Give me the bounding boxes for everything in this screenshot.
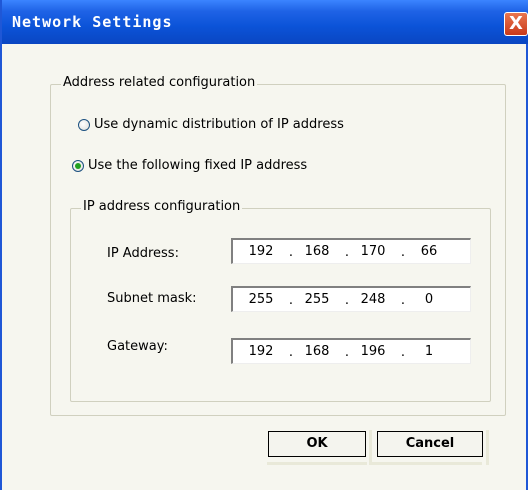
ip-octet[interactable]: 168 [300, 244, 334, 259]
button-shadow [267, 462, 367, 465]
ip-octet[interactable]: 192 [244, 244, 278, 259]
ip-address-label: IP Address: [107, 246, 179, 261]
ok-button[interactable]: OK [268, 431, 366, 457]
radio-dynamic-ip-label: Use dynamic distribution of IP address [94, 117, 344, 132]
ip-separator: . [288, 245, 294, 260]
close-button[interactable]: X [504, 12, 528, 36]
radio-fixed-ip[interactable]: Use the following fixed IP address [72, 158, 307, 173]
ip-octet[interactable]: 170 [356, 244, 390, 259]
ip-separator: . [344, 345, 350, 360]
radio-fixed-ip-button[interactable] [72, 159, 84, 172]
subnet-mask-input[interactable]: 255 . 255 . 248 . 0 [231, 286, 471, 312]
ip-separator: . [344, 245, 350, 260]
ip-octet[interactable]: 1 [412, 344, 446, 359]
button-shadow [486, 430, 489, 465]
ip-separator: . [400, 245, 406, 260]
ip-octet[interactable]: 66 [412, 244, 446, 259]
ip-separator: . [344, 293, 350, 308]
ip-octet[interactable]: 196 [356, 344, 390, 359]
ip-separator: . [288, 293, 294, 308]
cancel-button[interactable]: Cancel [377, 431, 483, 457]
button-shadow [372, 462, 482, 465]
close-icon: X [509, 13, 523, 34]
ip-octet[interactable]: 255 [244, 292, 278, 307]
radio-dynamic-ip[interactable]: Use dynamic distribution of IP address [78, 117, 344, 132]
ip-octet[interactable]: 168 [300, 344, 334, 359]
radio-dynamic-ip-button[interactable] [78, 118, 90, 131]
ip-octet[interactable]: 0 [412, 292, 446, 307]
window-title: Network Settings [12, 13, 173, 31]
gateway-input[interactable]: 192 . 168 . 196 . 1 [231, 338, 471, 364]
title-bar[interactable]: Network Settings X [2, 0, 528, 44]
ip-address-input[interactable]: 192 . 168 . 170 . 66 [231, 238, 471, 264]
subnet-mask-label: Subnet mask: [107, 291, 197, 306]
ip-octet[interactable]: 192 [244, 344, 278, 359]
radio-fixed-ip-label: Use the following fixed IP address [88, 158, 308, 173]
ip-separator: . [288, 345, 294, 360]
ip-separator: . [400, 345, 406, 360]
ip-octet[interactable]: 255 [300, 292, 334, 307]
ip-separator: . [400, 293, 406, 308]
ip-config-legend: IP address configuration [81, 199, 243, 214]
ip-octet[interactable]: 248 [356, 292, 390, 307]
address-config-legend: Address related configuration [61, 75, 258, 90]
network-settings-window: Network Settings X Address related confi… [0, 0, 528, 490]
gateway-label: Gateway: [107, 339, 168, 354]
button-shadow [369, 430, 372, 465]
